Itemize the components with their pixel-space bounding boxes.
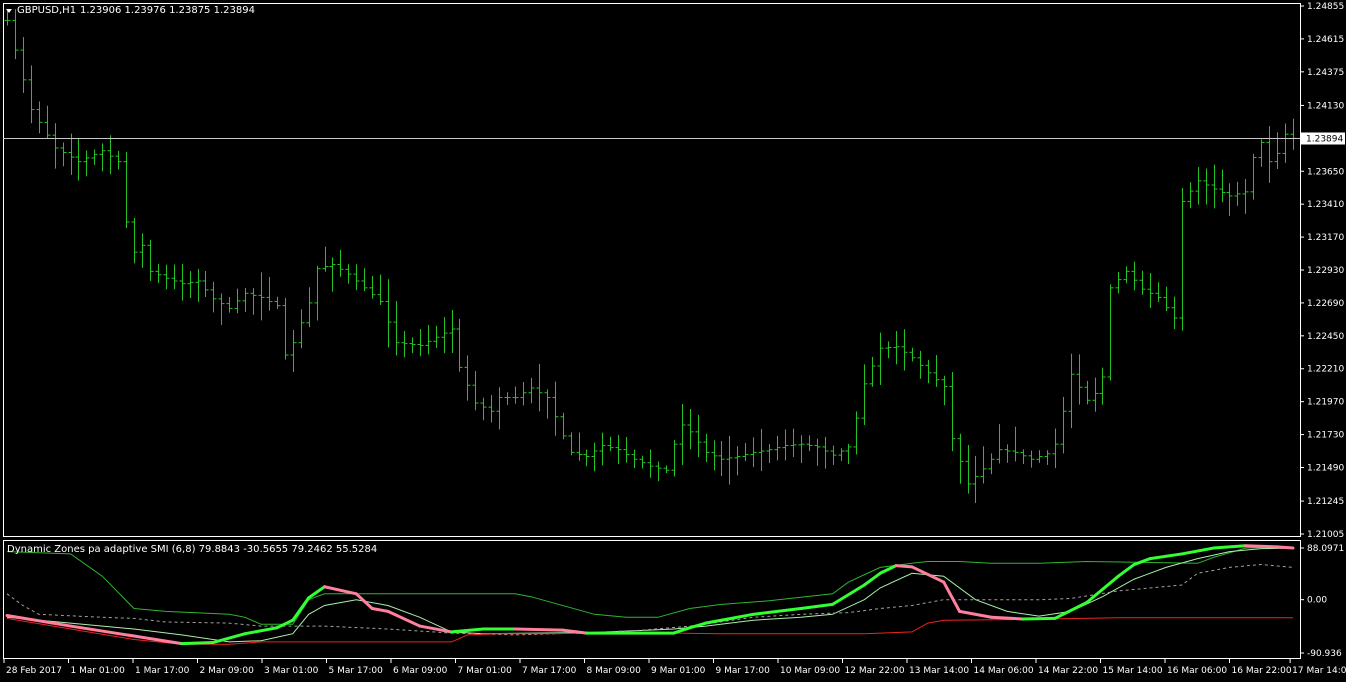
price-tick-label: 1.21490 [1307, 463, 1344, 473]
price-tick-label: 1.21970 [1307, 398, 1344, 408]
price-tick-label: 1.24375 [1307, 68, 1344, 78]
background [0, 0, 1346, 682]
date-tick-label: 7 Mar 17:00 [522, 666, 577, 676]
indicator-smi-segment [180, 640, 215, 646]
date-tick-label: 8 Mar 09:00 [587, 666, 642, 676]
chart-ohlc-values: 1.23906 1.23976 1.23875 1.23894 [80, 5, 255, 16]
price-tick-label: 1.21730 [1307, 431, 1344, 441]
price-tick-label: 1.21005 [1307, 530, 1344, 540]
date-tick-label: 16 Mar 22:00 [1232, 666, 1292, 676]
indicator-smi-segment [1021, 616, 1057, 621]
indicator-smi-segment [1275, 545, 1295, 550]
date-tick-label: 13 Mar 14:00 [909, 666, 969, 676]
current-price-label: 1.23894 [1306, 135, 1343, 145]
indicator-tick-label: -90.936 [1307, 649, 1342, 659]
price-tick-label: 1.23170 [1307, 233, 1344, 243]
price-tick-label: 1.22930 [1307, 266, 1344, 276]
indicator-tick-label: 0.00 [1307, 596, 1327, 606]
indicator-smi-segment [1243, 544, 1279, 549]
price-tick-label: 1.24615 [1307, 35, 1344, 45]
date-tick-label: 1 Mar 17:00 [135, 666, 190, 676]
date-tick-label: 15 Mar 14:00 [1103, 666, 1163, 676]
indicator-smi-segment [989, 615, 1025, 621]
price-tick-label: 1.22450 [1307, 332, 1344, 342]
price-tick-label: 1.21245 [1307, 497, 1344, 507]
date-tick-label: 3 Mar 01:00 [264, 666, 319, 676]
price-tick-label: 1.24130 [1307, 101, 1344, 111]
date-tick-label: 9 Mar 01:00 [651, 666, 706, 676]
date-tick-label: 14 Mar 06:00 [974, 666, 1034, 676]
chart-symbol-title: GBPUSD,H1 [17, 5, 76, 16]
date-tick-label: 1 Mar 01:00 [71, 666, 126, 676]
price-tick-label: 1.23650 [1307, 167, 1344, 177]
date-tick-label: 9 Mar 17:00 [716, 666, 771, 676]
date-tick-label: 16 Mar 06:00 [1167, 666, 1227, 676]
date-tick-label: 6 Mar 09:00 [393, 666, 448, 676]
date-tick-label: 14 Mar 22:00 [1038, 666, 1098, 676]
date-tick-label: 7 Mar 01:00 [458, 666, 513, 676]
date-tick-label: 28 Feb 2017 [6, 666, 62, 676]
chart-canvas: GBPUSD,H1 1.23906 1.23976 1.23875 1.2389… [0, 0, 1346, 682]
date-tick-label: 5 Mar 17:00 [329, 666, 384, 676]
indicator-tick-label: 88.0971 [1307, 544, 1344, 554]
price-tick-label: 1.22690 [1307, 299, 1344, 309]
indicator-smi-segment [513, 627, 565, 632]
price-tick-label: 1.24855 [1307, 2, 1344, 12]
price-tick-label: 1.23410 [1307, 200, 1344, 210]
date-tick-label: 12 Mar 22:00 [845, 666, 905, 676]
date-tick-label: 10 Mar 09:00 [780, 666, 840, 676]
price-tick-label: 1.22210 [1307, 365, 1344, 375]
date-tick-label: 17 Mar 14:00 [1292, 666, 1346, 676]
date-tick-label: 2 Mar 09:00 [200, 666, 255, 676]
indicator-smi-segment [894, 564, 914, 569]
indicator-title: Dynamic Zones pa adaptive SMI (6,8) 79.8… [7, 544, 377, 555]
